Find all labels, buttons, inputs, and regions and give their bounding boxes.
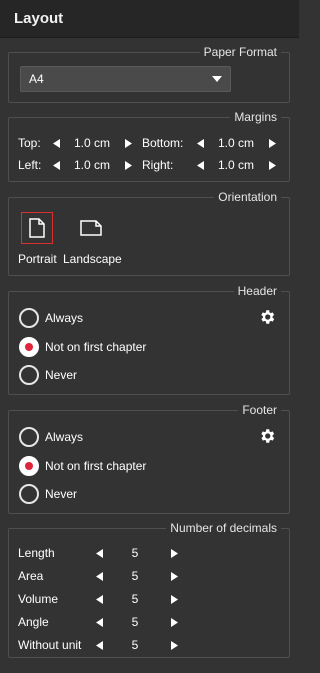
- paper-format-legend: Paper Format: [199, 45, 281, 59]
- triangle-right-icon: [124, 160, 132, 170]
- decimals-label-angle: Angle: [18, 615, 49, 629]
- decimals-label-length: Length: [18, 546, 55, 560]
- footer-option-label: Never: [45, 487, 78, 501]
- decimals-without-unit-decrease[interactable]: [93, 639, 105, 651]
- margin-right-value[interactable]: 1.0 cm: [211, 158, 261, 172]
- header-option-label: Always: [45, 311, 84, 325]
- header-radio-never[interactable]: [19, 365, 39, 385]
- decimals-without-unit-value[interactable]: 5: [123, 638, 147, 652]
- margin-bottom-increase[interactable]: [266, 137, 278, 149]
- portrait-label: Portrait: [18, 252, 57, 266]
- decimals-label-volume: Volume: [18, 592, 59, 606]
- decimals-legend: Number of decimals: [166, 521, 281, 535]
- footer-group: Footer Always Not on first chapter Never: [8, 403, 290, 514]
- decimals-angle-value[interactable]: 5: [123, 615, 147, 629]
- landscape-label: Landscape: [63, 252, 122, 266]
- header-group: Header Always Not on first chapter Never: [8, 284, 290, 395]
- triangle-right-icon: [170, 548, 178, 558]
- triangle-left-icon: [95, 640, 103, 650]
- decimals-area-increase[interactable]: [168, 570, 180, 582]
- margin-bottom-label: Bottom:: [142, 136, 184, 150]
- margin-right-label: Right:: [142, 158, 174, 172]
- margin-bottom-value[interactable]: 1.0 cm: [211, 136, 261, 150]
- decimals-area-decrease[interactable]: [93, 570, 105, 582]
- footer-radio-not-first[interactable]: [19, 456, 39, 476]
- triangle-right-icon: [170, 640, 178, 650]
- header-radio-always[interactable]: [19, 308, 39, 328]
- header-radio-not-first[interactable]: [19, 337, 39, 357]
- chevron-down-icon: [212, 76, 222, 82]
- orientation-legend: Orientation: [214, 190, 281, 204]
- gear-icon[interactable]: [258, 427, 276, 445]
- margin-left-label: Left:: [18, 158, 42, 172]
- triangle-left-icon: [95, 594, 103, 604]
- triangle-right-icon: [170, 594, 178, 604]
- margin-top-value[interactable]: 1.0 cm: [67, 136, 117, 150]
- decimals-angle-decrease[interactable]: [93, 616, 105, 628]
- footer-radio-always[interactable]: [19, 427, 39, 447]
- triangle-right-icon: [268, 160, 276, 170]
- decimals-length-decrease[interactable]: [93, 547, 105, 559]
- paper-format-value: A4: [29, 72, 44, 86]
- footer-legend: Footer: [238, 403, 281, 417]
- decimals-volume-value[interactable]: 5: [123, 592, 147, 606]
- triangle-left-icon: [196, 160, 204, 170]
- portrait-page-icon: [29, 218, 45, 238]
- triangle-left-icon: [52, 138, 60, 148]
- decimals-without-unit-increase[interactable]: [168, 639, 180, 651]
- header-option-label: Never: [45, 368, 78, 382]
- panel-titlebar: Layout: [0, 0, 299, 38]
- decimals-area-value[interactable]: 5: [123, 569, 147, 583]
- triangle-right-icon: [268, 138, 276, 148]
- triangle-left-icon: [52, 160, 60, 170]
- margin-right-increase[interactable]: [266, 159, 278, 171]
- margin-right-decrease[interactable]: [194, 159, 206, 171]
- portrait-button[interactable]: [21, 212, 53, 244]
- margin-top-label: Top:: [18, 136, 41, 150]
- decimals-label-area: Area: [18, 569, 44, 583]
- margin-top-increase[interactable]: [122, 137, 134, 149]
- decimals-group: Number of decimals Length 5 Area 5 Volum…: [8, 521, 290, 658]
- margin-left-increase[interactable]: [122, 159, 134, 171]
- margins-group: Margins Top: 1.0 cm Bottom: 1.0 cm Left:…: [8, 110, 290, 182]
- decimals-angle-increase[interactable]: [168, 616, 180, 628]
- footer-option-label: Not on first chapter: [45, 459, 147, 473]
- header-option-label: Not on first chapter: [45, 340, 147, 354]
- paper-format-dropdown[interactable]: A4: [20, 66, 231, 92]
- triangle-left-icon: [95, 617, 103, 627]
- margin-left-value[interactable]: 1.0 cm: [67, 158, 117, 172]
- decimals-volume-decrease[interactable]: [93, 593, 105, 605]
- decimals-label-without-unit: Without unit: [18, 638, 82, 652]
- decimals-volume-increase[interactable]: [168, 593, 180, 605]
- triangle-left-icon: [95, 571, 103, 581]
- header-legend: Header: [233, 284, 281, 298]
- margin-top-decrease[interactable]: [50, 137, 62, 149]
- triangle-right-icon: [170, 617, 178, 627]
- gear-icon[interactable]: [258, 308, 276, 326]
- footer-option-label: Always: [45, 430, 84, 444]
- triangle-left-icon: [196, 138, 204, 148]
- triangle-left-icon: [95, 548, 103, 558]
- landscape-button[interactable]: [75, 212, 107, 244]
- panel-title: Layout: [14, 10, 64, 27]
- landscape-page-icon: [80, 220, 102, 236]
- margin-bottom-decrease[interactable]: [194, 137, 206, 149]
- margins-legend: Margins: [230, 110, 281, 124]
- paper-format-group: Paper Format A4: [8, 45, 290, 103]
- decimals-length-increase[interactable]: [168, 547, 180, 559]
- decimals-length-value[interactable]: 5: [123, 546, 147, 560]
- triangle-right-icon: [124, 138, 132, 148]
- margin-left-decrease[interactable]: [50, 159, 62, 171]
- footer-radio-never[interactable]: [19, 484, 39, 504]
- triangle-right-icon: [170, 571, 178, 581]
- orientation-group: Orientation Portrait Landscape: [8, 190, 290, 276]
